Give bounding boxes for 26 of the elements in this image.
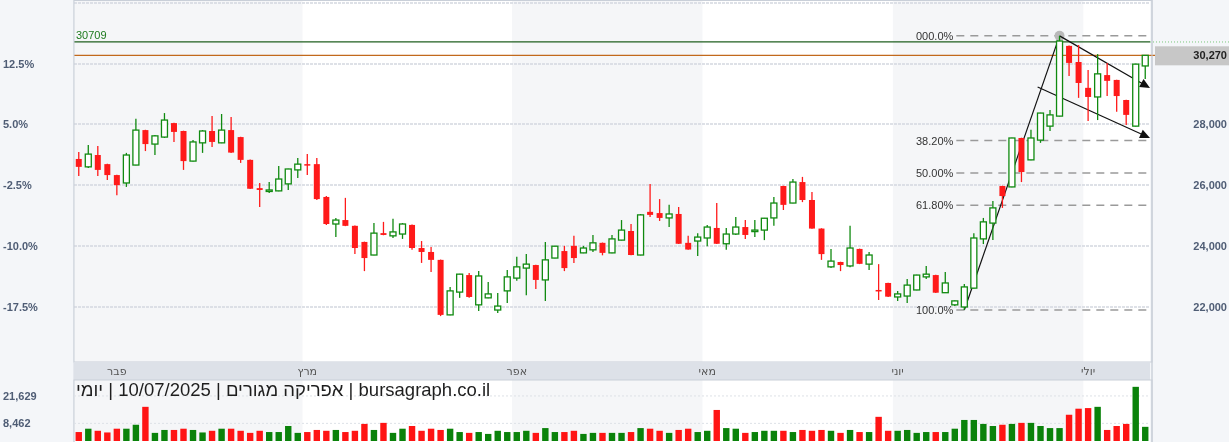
axis-label: -10.0% bbox=[3, 239, 38, 252]
month-label: פבר bbox=[107, 365, 127, 378]
price-tag-label: 30,270 bbox=[1193, 49, 1227, 62]
pivot-marker bbox=[1054, 30, 1065, 41]
chart-caption: bursagraph.co.il | אפריקה מגורים | 10/07/2025 | יומי bbox=[76, 380, 491, 399]
axis-label: 24,000 bbox=[1193, 239, 1227, 252]
month-label: אפר bbox=[506, 365, 527, 378]
axis-label: 8,462 bbox=[3, 417, 31, 430]
axis-label: -2.5% bbox=[3, 179, 32, 192]
axis-label: 5.0% bbox=[3, 118, 29, 131]
axis-label: 21,629 bbox=[3, 389, 37, 402]
axis-label: 12.5% bbox=[3, 57, 35, 70]
fib-label: 38.20% bbox=[916, 134, 954, 147]
fib-label: 000.0% bbox=[916, 29, 954, 42]
month-label: יוני bbox=[891, 365, 904, 378]
axis-label: 28,000 bbox=[1193, 118, 1227, 131]
fib-label: 50.00% bbox=[916, 166, 954, 179]
fib-label: 61.80% bbox=[916, 199, 954, 212]
month-label: יולי bbox=[1081, 365, 1096, 378]
axis-label: 22,000 bbox=[1193, 300, 1227, 313]
month-label: מרץ bbox=[297, 365, 318, 378]
axis-label: -17.5% bbox=[3, 300, 38, 313]
axis-label: 26,000 bbox=[1193, 179, 1227, 192]
month-label: מאי bbox=[698, 365, 716, 378]
fib-label: 100.0% bbox=[916, 304, 954, 317]
price-line-label: 30709 bbox=[76, 28, 107, 41]
